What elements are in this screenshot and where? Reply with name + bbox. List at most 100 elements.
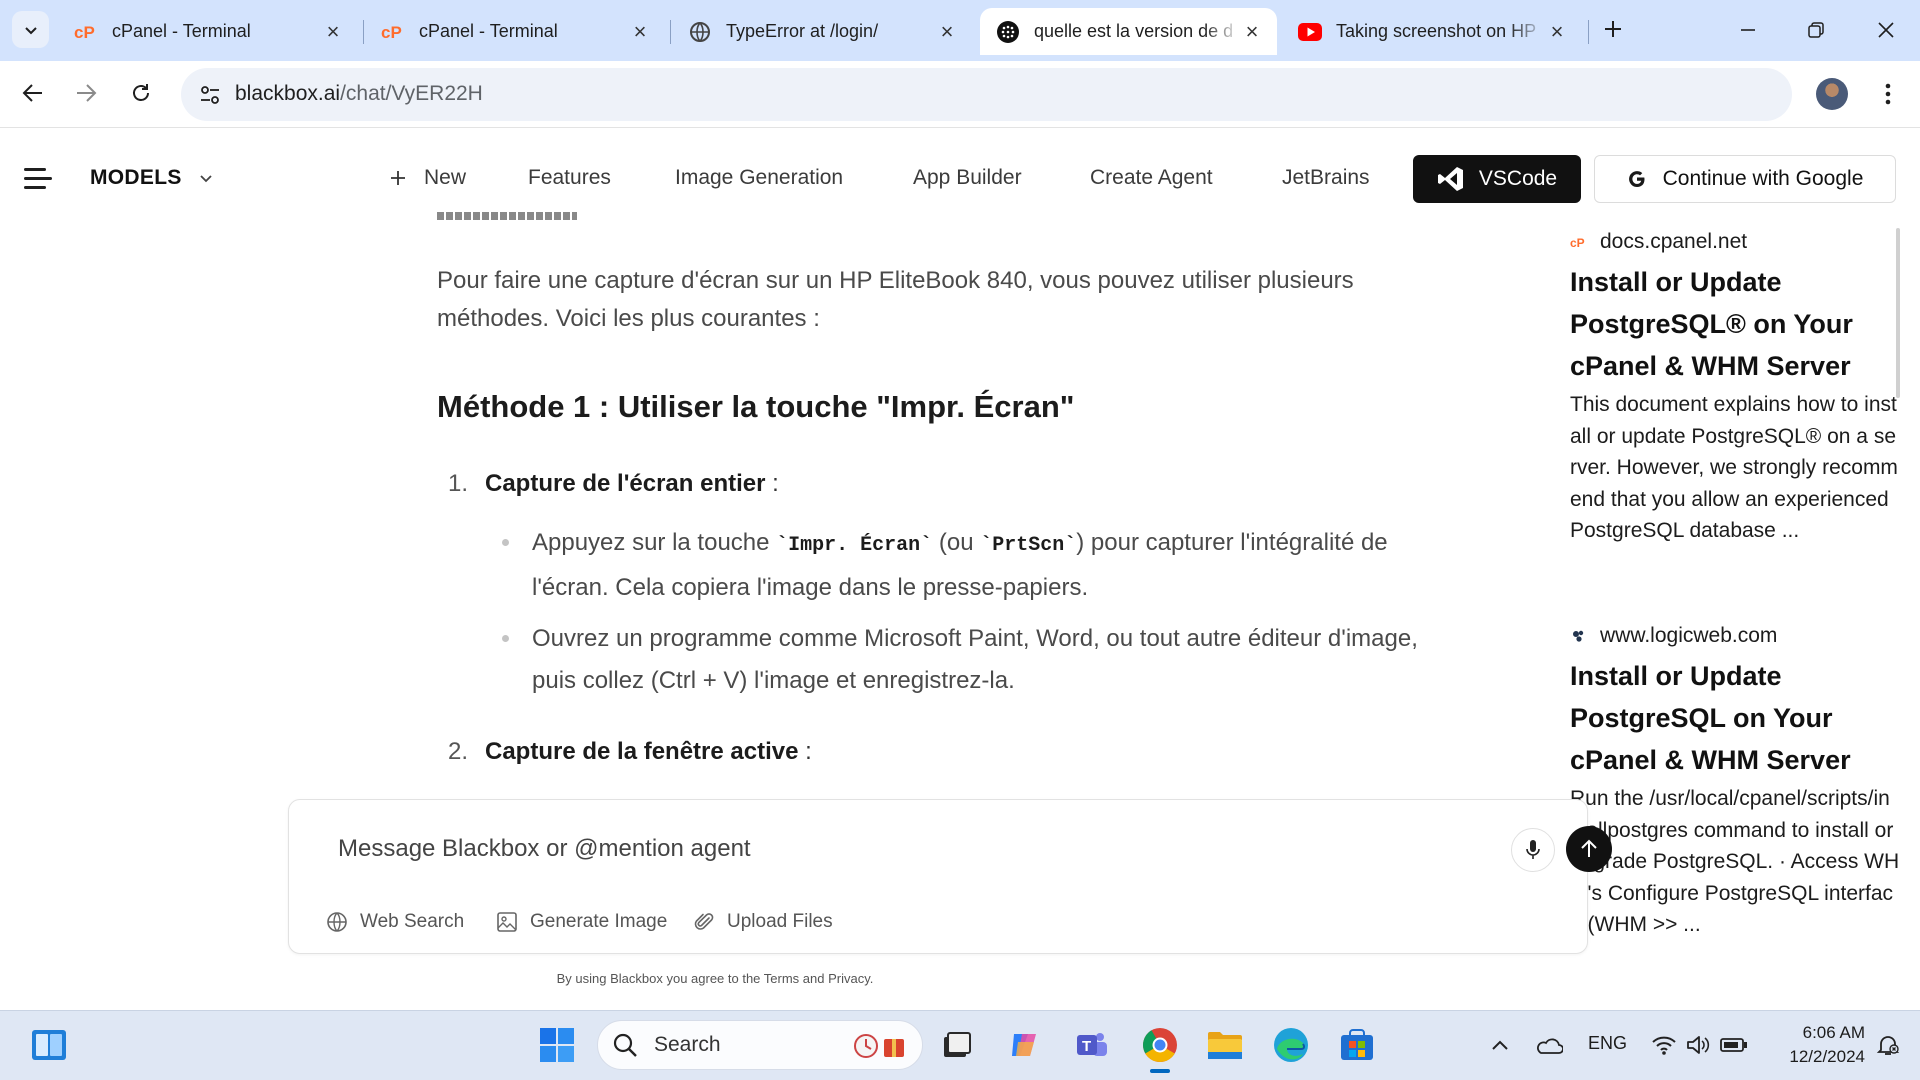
menu-icon[interactable] [24,168,52,190]
onedrive-icon[interactable] [1526,1023,1570,1067]
features-link[interactable]: Features [528,166,611,190]
new-tab-button[interactable] [1598,14,1628,44]
language-indicator[interactable]: ENG [1588,1033,1627,1054]
svg-text:cP: cP [381,23,402,42]
web-search-button[interactable]: Web Search [326,911,464,933]
image-generation-link[interactable]: Image Generation [675,166,843,190]
chevron-up-icon[interactable] [1478,1023,1522,1067]
file-explorer-icon[interactable] [1203,1023,1247,1067]
svg-text:cP: cP [1570,236,1585,249]
source-title[interactable]: Install or Update PostgreSQL on Your cPa… [1570,655,1900,781]
models-label: MODELS [90,166,182,189]
bullet-1-pre: Appuyez sur la touche [532,529,777,556]
message-composer: Message Blackbox or @mention agent Web S… [288,799,1588,954]
arrow-up-icon [1581,839,1597,857]
store-icon[interactable] [1335,1023,1379,1067]
web-search-label: Web Search [360,911,465,932]
bullet-1-mid: (ou [932,529,981,556]
tab-typeerror[interactable]: TypeError at /login/ × [672,8,972,55]
models-dropdown[interactable]: MODELS [90,166,214,190]
voice-input-button[interactable] [1511,828,1555,872]
tab-cpanel-terminal-1[interactable]: cP cPanel - Terminal × [58,8,358,55]
new-chat-link[interactable]: New [390,166,466,190]
upload-files-button[interactable]: Upload Files [693,911,833,933]
copilot-icon[interactable] [1003,1023,1047,1067]
terms-notice: By using Blackbox you agree to the Terms… [556,971,874,986]
tab-search-button[interactable] [12,11,49,48]
close-tab-icon[interactable]: × [322,19,344,44]
colon: : [765,470,779,497]
source-title[interactable]: Install or Update PostgreSQL® on Your cP… [1570,261,1900,387]
item-2-title: Capture de la fenêtre active [485,738,799,765]
plus-icon [391,171,405,185]
tab-divider [363,20,364,44]
search-icon [613,1033,637,1057]
generate-image-button[interactable]: Generate Image [496,911,667,933]
close-window-button[interactable] [1856,10,1916,50]
key-impr-ecran: `Impr. Écran` [776,534,933,557]
blackbox-icon [996,20,1020,44]
sidebar-scrollbar[interactable] [1896,228,1900,398]
google-label: Continue with Google [1662,167,1864,190]
close-tab-icon[interactable]: × [629,19,651,44]
close-tab-icon[interactable]: × [936,19,958,44]
source-card[interactable]: cP docs.cpanel.net Install or Update Pos… [1570,227,1900,547]
back-button[interactable] [13,73,53,113]
site-info-icon[interactable] [195,80,225,110]
system-clock[interactable]: 6:06 AM 12/2/2024 [1755,1021,1865,1069]
close-tab-icon[interactable]: × [1241,19,1263,44]
app-builder-link[interactable]: App Builder [913,166,1022,190]
source-site: docs.cpanel.net [1600,230,1748,253]
tab-title: Taking screenshot on HP [1336,21,1537,41]
close-tab-icon[interactable]: × [1546,19,1568,44]
message-input[interactable]: Message Blackbox or @mention agent [338,835,751,863]
globe-icon [688,20,712,44]
tab-divider [670,20,671,44]
plus-icon [1605,21,1621,37]
key-prtscn: `PrtScn` [980,534,1077,557]
minimize-button[interactable] [1718,10,1778,50]
teams-icon[interactable]: T [1070,1023,1114,1067]
browser-menu-button[interactable] [1873,75,1903,113]
windows-taskbar: Search T ENG 6:06 AM 12/2/2024 [0,1010,1920,1080]
search-highlight-icon [854,1034,904,1058]
minimize-icon [1741,29,1755,31]
more-vertical-icon [1885,83,1891,105]
list-item-title: Capture de l'écran entier : [485,470,779,498]
start-button[interactable] [535,1023,579,1067]
list-number: 1. [448,470,469,497]
task-view-icon[interactable] [935,1023,979,1067]
cpanel-icon: cP [1570,234,1586,250]
bullet-dot [502,635,509,642]
widgets-icon[interactable] [27,1023,71,1067]
chrome-icon[interactable] [1138,1023,1182,1067]
address-bar[interactable]: blackbox.ai/chat/VyER22H [181,68,1792,121]
tab-blackbox-active[interactable]: quelle est la version de d × [980,8,1277,55]
restore-icon [1808,22,1824,38]
generate-image-label: Generate Image [530,911,668,932]
vscode-button[interactable]: VSCode [1413,155,1581,203]
taskbar-search[interactable]: Search [597,1020,923,1070]
notifications-bell-icon[interactable] [1866,1023,1910,1067]
battery-icon[interactable] [1712,1023,1756,1067]
send-button[interactable] [1566,826,1612,872]
source-card[interactable]: www.logicweb.com Install or Update Postg… [1570,621,1900,941]
tab-youtube[interactable]: Taking screenshot on HP × [1282,8,1582,55]
new-label: New [424,166,467,189]
tab-cpanel-terminal-2[interactable]: cP cPanel - Terminal × [365,8,665,55]
upload-files-label: Upload Files [727,911,833,932]
edge-icon[interactable] [1269,1023,1313,1067]
source-site: www.logicweb.com [1600,624,1778,647]
windows-logo-icon [540,1028,574,1062]
reload-button[interactable] [121,73,161,113]
profile-avatar[interactable] [1816,78,1848,110]
restore-button[interactable] [1786,10,1846,50]
method-1-heading: Méthode 1 : Utiliser la touche "Impr. Éc… [437,389,1075,424]
forward-button[interactable] [66,73,106,113]
create-agent-link[interactable]: Create Agent [1090,166,1213,190]
cpanel-icon: cP [74,20,98,44]
continue-with-google-button[interactable]: Continue with Google [1594,155,1896,203]
url-text[interactable]: blackbox.ai/chat/VyER22H [235,82,483,106]
list-item: Ouvrez un programme comme Microsoft Pain… [532,625,1418,694]
jetbrains-link[interactable]: JetBrains [1282,166,1370,190]
